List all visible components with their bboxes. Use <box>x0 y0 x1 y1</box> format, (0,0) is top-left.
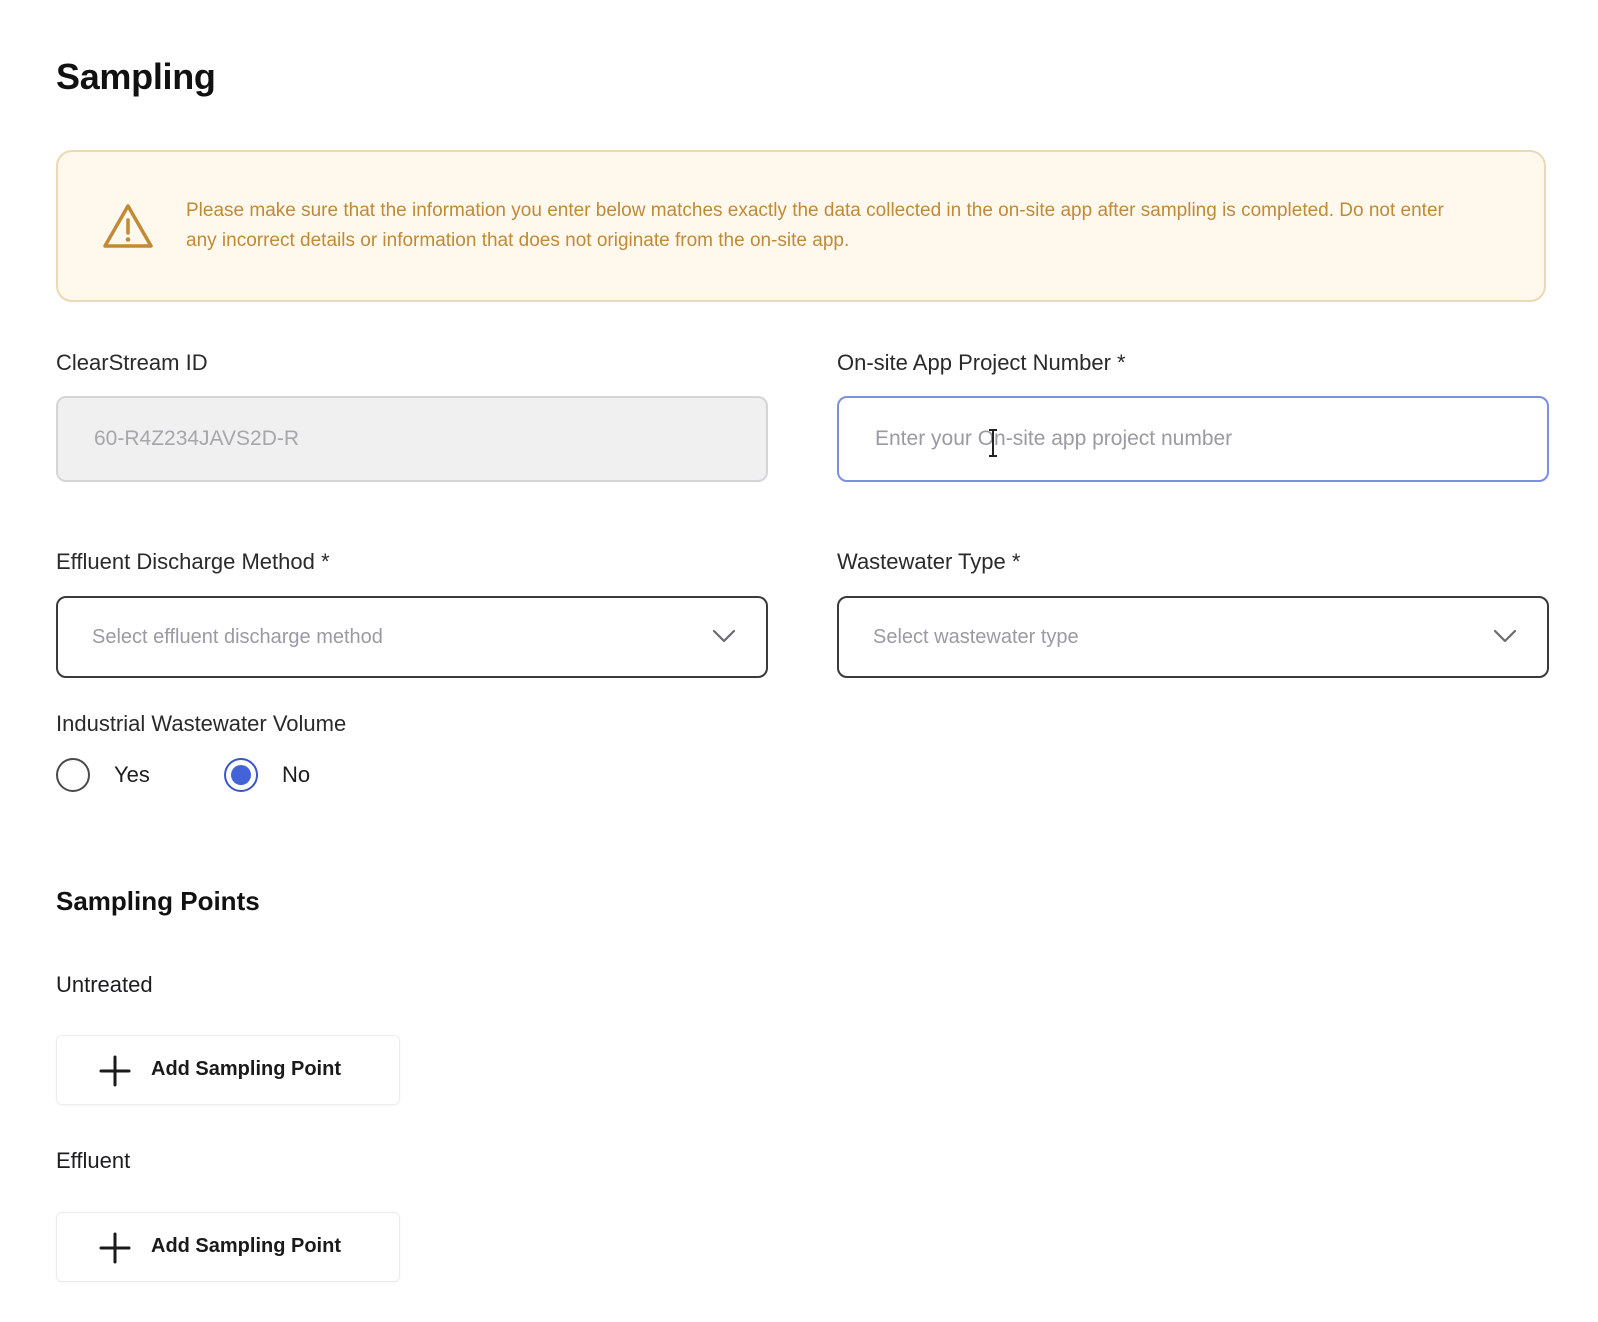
text-cursor-icon <box>989 429 997 457</box>
add-untreated-sampling-point-label: Add Sampling Point <box>151 1058 341 1080</box>
plus-icon <box>99 1055 131 1087</box>
wastewater-type-select[interactable]: Select wastewater type <box>837 596 1549 678</box>
sampling-points-title: Sampling Points <box>56 886 260 916</box>
add-effluent-sampling-point-button[interactable]: Add Sampling Point <box>56 1212 400 1282</box>
discharge-method-placeholder: Select effluent discharge method <box>92 625 383 648</box>
untreated-label: Untreated <box>56 972 153 997</box>
discharge-method-label: Effluent Discharge Method * <box>56 549 330 574</box>
radio-no[interactable] <box>224 758 258 792</box>
clearstream-id-label: ClearStream ID <box>56 350 208 375</box>
plus-icon <box>99 1232 131 1264</box>
warning-message: Please make sure that the information yo… <box>186 200 1444 251</box>
effluent-label: Effluent <box>56 1148 131 1173</box>
wastewater-type-placeholder: Select wastewater type <box>873 625 1079 648</box>
radio-yes-label[interactable]: Yes <box>114 762 150 788</box>
wastewater-type-label: Wastewater Type * <box>837 549 1021 574</box>
radio-yes[interactable] <box>56 758 90 792</box>
clearstream-id-field: 60-R4Z234JAVS2D-R <box>56 396 768 482</box>
project-number-input[interactable]: Enter your On-site app project number <box>837 396 1549 482</box>
add-effluent-sampling-point-label: Add Sampling Point <box>151 1235 341 1257</box>
warning-triangle-icon <box>103 204 153 248</box>
chevron-down-icon <box>712 629 736 643</box>
project-number-label: On-site App Project Number * <box>837 350 1126 375</box>
radio-no-selected-dot <box>231 765 251 785</box>
chevron-down-icon <box>1493 629 1517 643</box>
discharge-method-select[interactable]: Select effluent discharge method <box>56 596 768 678</box>
warning-notice: Please make sure that the information yo… <box>56 150 1546 302</box>
clearstream-id-value: 60-R4Z234JAVS2D-R <box>94 427 300 450</box>
add-untreated-sampling-point-button[interactable]: Add Sampling Point <box>56 1035 400 1105</box>
radio-no-label[interactable]: No <box>282 762 310 788</box>
project-number-placeholder: Enter your On-site app project number <box>875 427 1233 450</box>
industrial-volume-label: Industrial Wastewater Volume <box>56 711 347 736</box>
page-title: Sampling <box>56 56 216 97</box>
